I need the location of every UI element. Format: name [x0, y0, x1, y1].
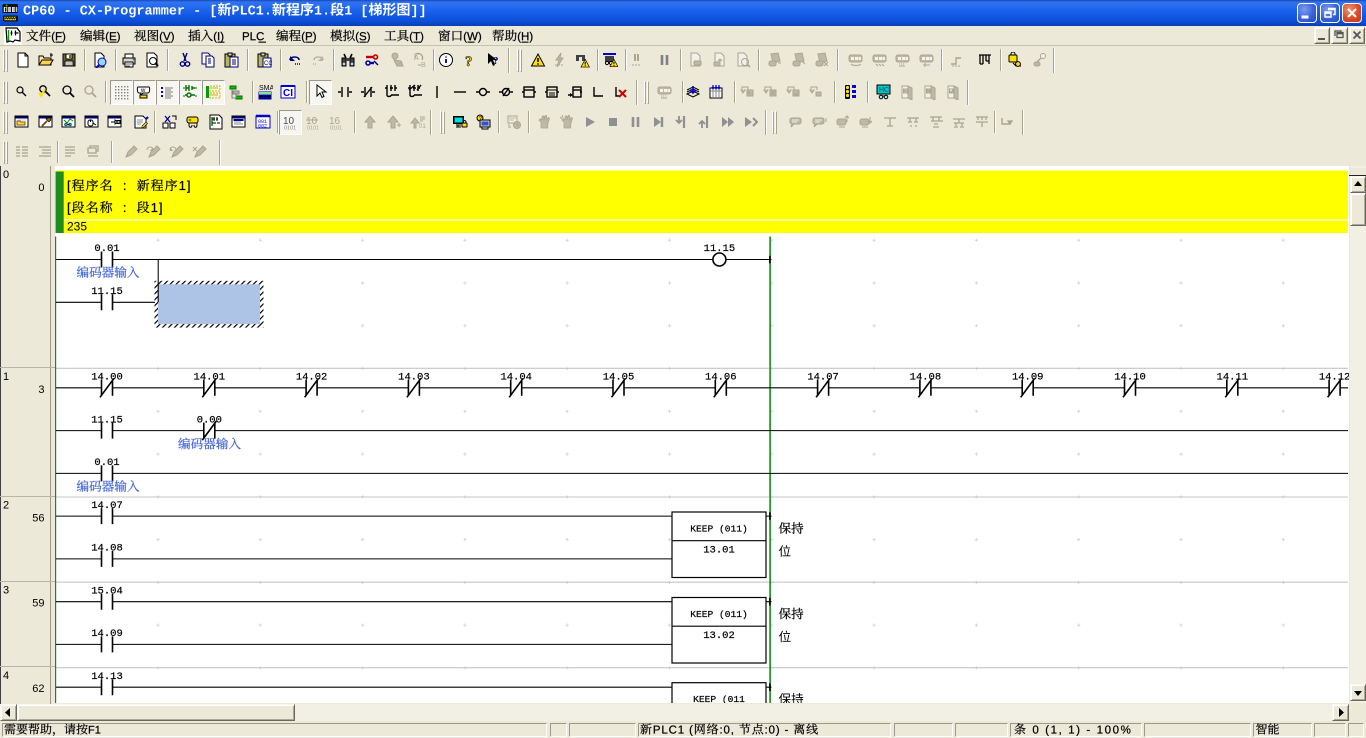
svg-text:SMA: SMA [259, 85, 273, 92]
svg-text:14.01: 14.01 [194, 372, 226, 384]
svg-text:0.01: 0.01 [94, 243, 119, 255]
svg-text:?: ? [493, 55, 499, 67]
svg-text:14.00: 14.00 [91, 372, 123, 384]
svg-text:0: 0 [38, 182, 44, 194]
svg-text:3: 3 [3, 585, 9, 597]
svg-text:B: B [421, 62, 426, 68]
svg-text:14.09: 14.09 [91, 628, 123, 640]
svg-text:2: 2 [3, 500, 9, 512]
svg-text:?: ? [465, 54, 473, 68]
svg-text:0.00: 0.00 [197, 414, 222, 426]
svg-text:14.12: 14.12 [1319, 372, 1349, 384]
svg-text:14.04: 14.04 [500, 372, 532, 384]
svg-text:A: A [414, 55, 419, 62]
svg-text:14.08: 14.08 [910, 372, 942, 384]
svg-text:14.07: 14.07 [91, 500, 123, 512]
svg-text:KEEP (011): KEEP (011) [690, 609, 748, 620]
svg-text:13.02: 13.02 [703, 630, 735, 642]
svg-text:002: 002 [258, 124, 267, 130]
svg-text:CI: CI [283, 88, 293, 99]
svg-text:KEEP (011: KEEP (011 [693, 694, 745, 703]
svg-text:14.07: 14.07 [807, 372, 839, 384]
svg-text:56: 56 [32, 513, 44, 525]
svg-text:13.01: 13.01 [703, 545, 735, 557]
svg-text:0.01: 0.01 [94, 457, 119, 469]
svg-text:KEEP (011): KEEP (011) [690, 524, 748, 535]
svg-text:59: 59 [32, 598, 44, 610]
svg-text:14.11: 14.11 [1217, 372, 1249, 384]
svg-text:HC: HC [879, 87, 889, 94]
svg-text:235: 235 [67, 219, 87, 233]
svg-text:11.15: 11.15 [91, 286, 123, 298]
svg-text:11.15: 11.15 [704, 243, 736, 255]
svg-text:14.08: 14.08 [91, 543, 123, 555]
svg-text:0101: 0101 [307, 126, 319, 131]
svg-text:11.15: 11.15 [91, 414, 123, 426]
svg-text:0101: 0101 [330, 126, 342, 131]
svg-text:w: w [140, 88, 146, 94]
svg-text:14.06: 14.06 [705, 372, 737, 384]
svg-text:15.04: 15.04 [91, 585, 123, 597]
svg-text:CG: CG [264, 61, 272, 67]
svg-text:14.13: 14.13 [91, 671, 123, 683]
svg-text:14.10: 14.10 [1114, 372, 1146, 384]
svg-text:62: 62 [32, 683, 44, 695]
svg-text:1: 1 [3, 371, 9, 383]
svg-text:14.05: 14.05 [603, 372, 635, 384]
svg-text:4: 4 [3, 670, 9, 682]
svg-text:0: 0 [3, 169, 9, 181]
svg-text:01: 01 [419, 124, 426, 130]
svg-text:14.03: 14.03 [398, 372, 430, 384]
svg-text:14.02: 14.02 [296, 372, 328, 384]
svg-text:14.09: 14.09 [1012, 372, 1044, 384]
svg-text:0101: 0101 [284, 126, 296, 131]
svg-text:3: 3 [38, 384, 44, 396]
